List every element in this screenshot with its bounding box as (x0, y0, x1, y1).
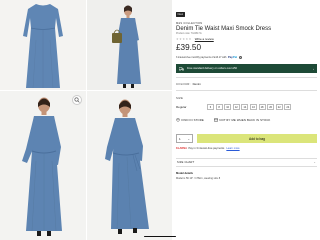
zoom-icon[interactable] (72, 95, 82, 105)
size-chart-accordion[interactable]: SIZE CHART ⌄ (176, 158, 317, 168)
klarna-learn-more-link[interactable]: Learn more (226, 147, 239, 150)
truck-icon (179, 66, 184, 71)
chevron-down-icon: ⌄ (187, 136, 190, 141)
quantity-value: 1 (179, 136, 181, 141)
product-title: Denim Tie Waist Maxi Smock Dress (176, 26, 272, 33)
product-info-panel: New M&S COLLECTION Denim Tie Waist Maxi … (172, 0, 320, 240)
paypal-text: 3 interest-free monthly payments of £13.… (176, 55, 227, 59)
mail-icon (214, 119, 218, 122)
star-icon: ★ (188, 36, 192, 41)
delivery-banner[interactable]: Free standard delivery on orders over £5… (176, 64, 317, 74)
product-image-front-flat[interactable] (0, 0, 86, 90)
quantity-select[interactable]: 1 ⌄ (176, 134, 193, 144)
size-chart-label: SIZE CHART (177, 161, 195, 165)
size-option[interactable]: 20 (267, 103, 275, 111)
paypal-logo: PayPal (227, 55, 238, 60)
location-pin-icon (176, 118, 180, 123)
home-indicator (144, 236, 176, 238)
klarna-promo: KLARNA Pay in 3 interest-free payments L… (176, 147, 317, 150)
size-option[interactable]: 24 (284, 103, 292, 111)
new-badge: New (176, 12, 185, 17)
size-option[interactable]: 8 (215, 103, 223, 111)
size-option[interactable]: 12 (232, 103, 240, 111)
product-brand: M&S COLLECTION (176, 22, 203, 25)
size-option[interactable]: 22 (275, 103, 283, 111)
size-section: SIZE Regular 6 8 10 12 14 16 18 20 22 24 (176, 96, 317, 111)
product-image-model-full[interactable] (0, 91, 86, 240)
size-option[interactable]: 14 (241, 103, 249, 111)
add-to-bag-button[interactable]: Add to bag (197, 134, 317, 144)
product-price: £39.50 (176, 43, 202, 53)
model-details-text: Model is 5ft 10" / 178cm, wearing size 8 (176, 176, 221, 180)
size-option[interactable]: 6 (207, 103, 214, 111)
product-code: Product code: T424817G (176, 33, 202, 36)
find-in-store-link[interactable]: FIND IN STORE (176, 118, 204, 122)
info-icon[interactable]: i (238, 55, 242, 59)
chevron-down-icon: ⌄ (313, 161, 316, 165)
klarna-text: Pay in 3 interest-free payments (188, 147, 225, 151)
model-details: Model details Model is 5ft 10" / 178cm, … (176, 172, 317, 180)
chevron-right-icon: › (313, 66, 314, 71)
product-image-model-walking[interactable] (87, 91, 172, 240)
product-image-model-bag[interactable] (87, 0, 172, 90)
size-selector: Regular 6 8 10 12 14 16 18 20 22 24 (176, 103, 317, 111)
klarna-logo: KLARNA (176, 147, 187, 151)
size-option[interactable]: 10 (224, 103, 232, 111)
store-links: FIND IN STORE NOTIFY ME WHEN BACK IN STO… (176, 118, 317, 122)
buy-row: 1 ⌄ Add to bag (176, 134, 317, 144)
size-label: SIZE (176, 95, 184, 100)
colour-row: COLOUR: Denim (176, 82, 317, 86)
colour-value: Denim (192, 81, 201, 86)
colour-label: COLOUR: (176, 81, 191, 86)
model-details-heading: Model details (176, 172, 194, 176)
notify-me-link[interactable]: NOTIFY ME WHEN BACK IN STOCK (214, 118, 271, 122)
product-gallery (0, 0, 172, 240)
write-review-link[interactable]: Write a review (195, 37, 214, 41)
size-option[interactable]: 18 (258, 103, 266, 111)
delivery-text: Free standard delivery on orders over £5… (187, 67, 238, 71)
rating-row: ★ ★ ★ ★ ★ Write a review (176, 37, 317, 41)
paypal-instalments: 3 interest-free monthly payments of £13.… (176, 55, 317, 59)
size-fit-select[interactable]: Regular (176, 105, 207, 109)
size-option[interactable]: 16 (249, 103, 257, 111)
